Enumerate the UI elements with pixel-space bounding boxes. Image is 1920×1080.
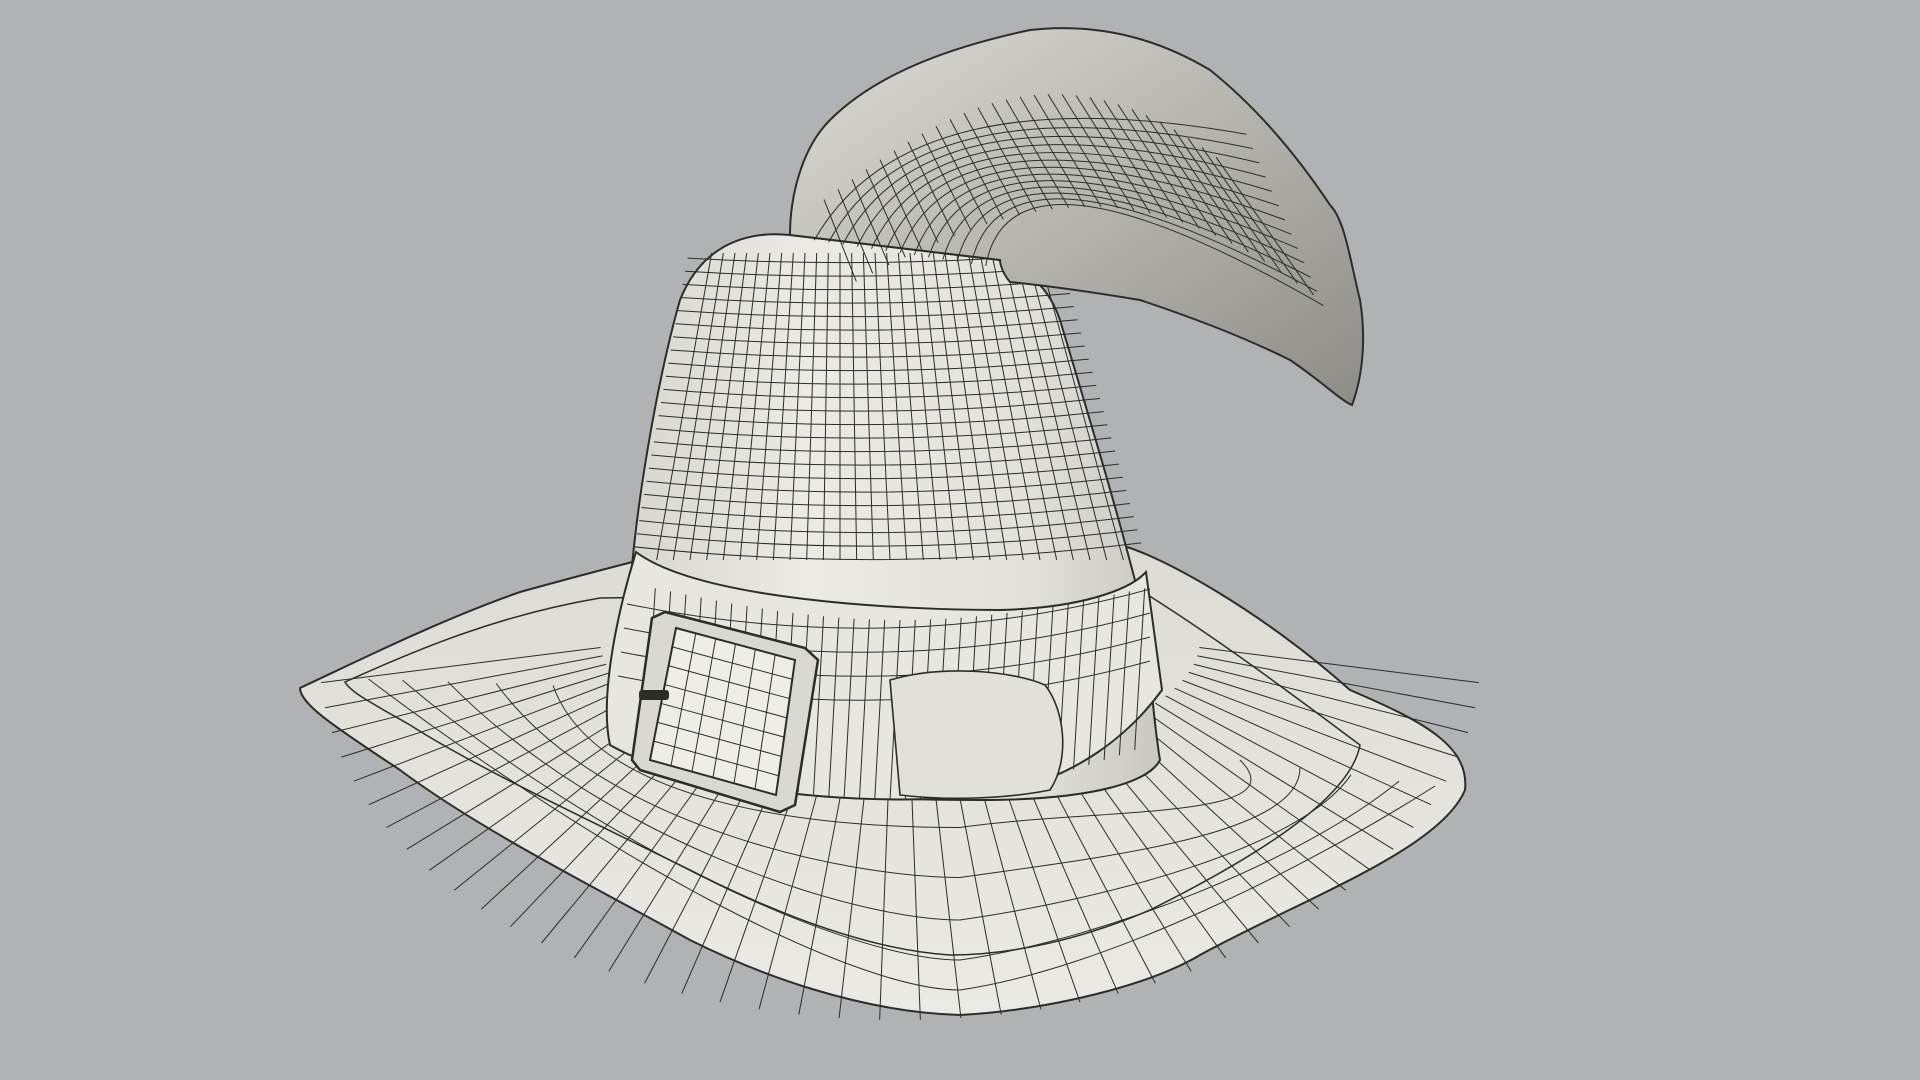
render-viewport — [0, 0, 1920, 1080]
buckle-prong-icon — [639, 690, 669, 700]
witch-hat-model — [298, 27, 1479, 1020]
